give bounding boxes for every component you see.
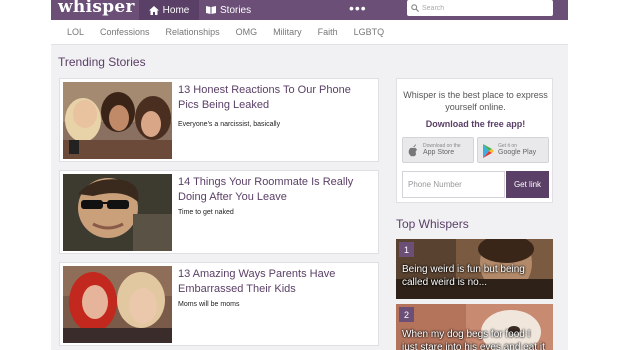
phone-number-field[interactable] <box>402 171 505 198</box>
promo-text: Whisper is the best place to express you… <box>403 90 548 112</box>
category-faith[interactable]: Faith <box>318 27 338 37</box>
nav-stories-tab[interactable]: Stories <box>206 0 251 20</box>
story-subtitle: Time to get naked <box>178 209 234 216</box>
page: whisper Home Stories ••• LOL Confessions… <box>51 0 568 350</box>
category-relationships[interactable]: Relationships <box>166 27 220 37</box>
app-store-button[interactable]: Download on the App Store <box>402 137 474 163</box>
story-subtitle: Everyone's a narcissist, basically <box>178 121 281 128</box>
search-box[interactable] <box>407 0 553 16</box>
whisper-text: When my dog begs for food I just stare i… <box>402 329 545 350</box>
app-store-label: App Store <box>423 149 455 156</box>
book-icon <box>206 6 216 14</box>
story-thumbnail[interactable] <box>63 266 172 343</box>
top-whispers-heading: Top Whispers <box>396 217 469 231</box>
apple-icon <box>408 144 417 157</box>
story-thumbnail[interactable] <box>63 82 172 159</box>
phone-number-input[interactable] <box>403 172 504 197</box>
whisper-card[interactable]: 1 Being weird is fun but being called we… <box>396 239 553 299</box>
category-omg[interactable]: OMG <box>236 27 258 37</box>
category-confessions[interactable]: Confessions <box>100 27 150 37</box>
category-lgbtq[interactable]: LGBTQ <box>354 27 385 37</box>
nav-home-label: Home <box>162 4 190 16</box>
home-icon <box>148 5 159 15</box>
whisper-card[interactable]: 2 When my dog begs for food I just stare… <box>396 304 553 350</box>
story-subtitle: Moms will be moms <box>178 301 240 308</box>
story-title[interactable]: 13 Amazing Ways Parents Have Embarrassed… <box>178 267 373 297</box>
top-nav-bar: whisper Home Stories ••• <box>51 0 568 20</box>
app-promo-card: Whisper is the best place to express you… <box>396 78 553 203</box>
nav-stories-label: Stories <box>220 4 252 16</box>
get-link-button[interactable]: Get link <box>506 171 549 198</box>
story-card[interactable]: 13 Amazing Ways Parents Have Embarrassed… <box>59 262 379 346</box>
story-thumbnail[interactable] <box>63 174 172 251</box>
story-title[interactable]: 13 Honest Reactions To Our Phone Pics Be… <box>178 83 373 113</box>
category-lol[interactable]: LOL <box>67 27 84 37</box>
whisper-text: Being weird is fun but being called weir… <box>402 264 525 288</box>
whisper-rank-badge: 2 <box>399 307 414 322</box>
story-card[interactable]: 14 Things Your Roommate Is Really Doing … <box>59 170 379 254</box>
search-icon <box>411 4 419 12</box>
promo-download-text: Download the free app! <box>425 119 526 129</box>
story-card[interactable]: 13 Honest Reactions To Our Phone Pics Be… <box>59 78 379 162</box>
category-bar: LOL Confessions Relationships OMG Milita… <box>51 20 568 45</box>
nav-home-tab[interactable]: Home <box>139 0 199 20</box>
story-title[interactable]: 14 Things Your Roommate Is Really Doing … <box>178 175 373 205</box>
trending-stories-heading: Trending Stories <box>58 55 146 69</box>
more-menu-icon[interactable]: ••• <box>349 0 367 20</box>
google-play-button[interactable]: Get it on Google Play <box>477 137 549 163</box>
google-play-label: Google Play <box>498 149 537 156</box>
google-play-icon <box>483 144 494 158</box>
category-military[interactable]: Military <box>273 27 302 37</box>
search-input[interactable] <box>422 4 542 12</box>
whisper-logo[interactable]: whisper <box>58 0 135 17</box>
whisper-rank-badge: 1 <box>399 242 414 257</box>
